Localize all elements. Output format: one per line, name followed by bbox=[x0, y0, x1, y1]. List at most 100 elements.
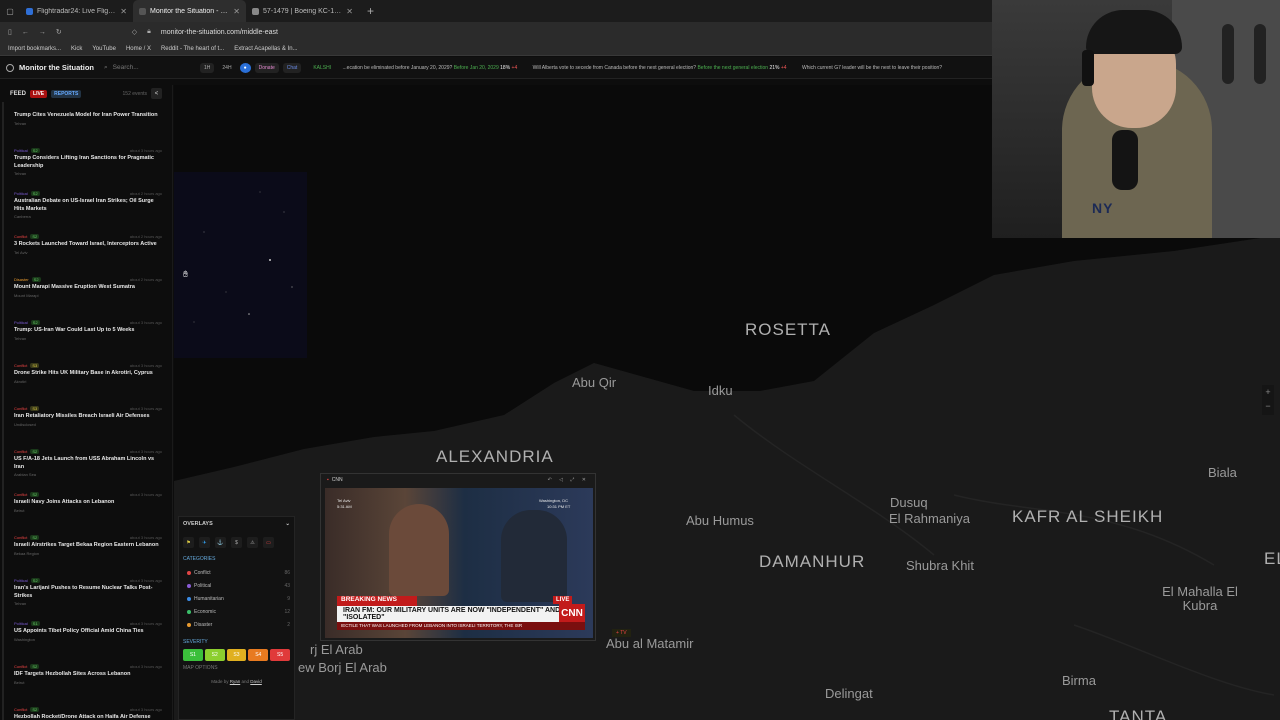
forward-icon[interactable]: → bbox=[39, 29, 46, 36]
chevron-down-icon[interactable]: ⌄ bbox=[285, 521, 290, 527]
feed-item-title: US Appoints Tibet Policy Official Amid C… bbox=[14, 628, 144, 634]
timestamp: about 3 hours ago bbox=[129, 405, 162, 411]
category-toggle[interactable]: Economic 12 bbox=[183, 605, 290, 618]
info-icon[interactable]: ● bbox=[239, 62, 251, 73]
timestamp: about 3 hours ago bbox=[129, 706, 162, 712]
credit-link-ryan[interactable]: Ryan bbox=[230, 679, 241, 684]
warning-icon[interactable]: ⚠ bbox=[247, 537, 258, 548]
feed-item-location: Tehran bbox=[14, 120, 27, 126]
shield-icon[interactable]: ◇ bbox=[132, 28, 137, 36]
tab-actions-icon[interactable]: ▢ bbox=[0, 7, 20, 16]
feed-item[interactable]: Disaster S2 about 2 hours ago Mount Marapi … bbox=[2, 274, 172, 317]
speaker-icon bbox=[139, 7, 146, 15]
map-label: TANTA bbox=[1109, 707, 1168, 720]
category-tag: Conflict bbox=[14, 706, 28, 712]
category-toggle[interactable]: Humanitarian 9 bbox=[183, 592, 290, 605]
lock-icon[interactable]: 🔒︎ bbox=[147, 28, 151, 36]
add-tv-button[interactable]: + TV bbox=[612, 629, 631, 637]
player-controls[interactable]: ↶ ◁ ⤢ ✕ bbox=[548, 477, 589, 483]
feed-header: FEED LIVE REPORTS 152 events < bbox=[0, 85, 172, 102]
close-icon[interactable]: ✕ bbox=[346, 7, 353, 16]
severity-badge: S3 bbox=[30, 405, 40, 411]
feed-item-location: Tehran bbox=[14, 171, 27, 176]
zoom-controls[interactable]: + − bbox=[1262, 385, 1274, 415]
dollar-icon[interactable]: $ bbox=[231, 537, 242, 548]
browser-tab-boeing[interactable]: 57-1479 | Boeing KC-135R Strat ✕ bbox=[246, 0, 359, 22]
bookmark-reddit[interactable]: Reddit - The heart of t... bbox=[161, 46, 224, 52]
bookmark-acapellas[interactable]: Extract Acapellas & In... bbox=[234, 46, 297, 52]
feed-item[interactable]: Political S2 about 3 hours ago Trump Consid… bbox=[2, 145, 172, 188]
guitar-icon bbox=[1222, 24, 1234, 84]
range-1h-button[interactable]: 1H bbox=[200, 62, 215, 73]
feed-list: Trump Cites Venezuela Model for Iran Pow… bbox=[0, 102, 172, 720]
overlays-header[interactable]: OVERLAYS ⌄ bbox=[183, 521, 290, 527]
zoom-in-button[interactable]: + bbox=[1262, 385, 1274, 399]
close-icon[interactable]: ✕ bbox=[120, 7, 127, 16]
ship-icon[interactable]: ⚓ bbox=[215, 537, 226, 548]
feed-item[interactable]: Conflict S3 about 3 hours ago Drone Strike … bbox=[2, 360, 172, 403]
category-toggle[interactable]: Political 43 bbox=[183, 579, 290, 592]
feed-item[interactable]: Conflict S2 about 2 hours ago 3 Rockets Lau… bbox=[2, 231, 172, 274]
severity-button[interactable]: S4 bbox=[248, 649, 269, 661]
video-icon[interactable]: ▭ bbox=[263, 537, 274, 548]
bookmark-x[interactable]: Home / X bbox=[126, 46, 151, 52]
microphone-icon bbox=[1112, 130, 1138, 190]
reports-badge[interactable]: REPORTS bbox=[51, 89, 82, 98]
severity-button[interactable]: S2 bbox=[204, 649, 225, 661]
reload-icon[interactable]: ↻ bbox=[56, 28, 62, 36]
channel-selector[interactable]: CNN bbox=[332, 477, 343, 483]
video-frame[interactable]: Tel Aviv 5:31 AM Washington, DC 10:31 PM… bbox=[325, 488, 593, 638]
zoom-out-button[interactable]: − bbox=[1262, 399, 1274, 413]
feed-item[interactable]: Conflict S3 about 3 hours ago Iran Retaliat… bbox=[2, 403, 172, 446]
chat-button[interactable]: Chat bbox=[282, 62, 302, 73]
feed-item[interactable]: Political S2 about 3 hours ago Iran's Larij… bbox=[2, 575, 172, 618]
feed-item[interactable]: Conflict S2 about 3 hours ago IDF Targets H… bbox=[2, 661, 172, 704]
feed-item-meta: Political S2 about 2 hours ago bbox=[14, 188, 162, 198]
bookmark-youtube[interactable]: YouTube bbox=[92, 46, 116, 52]
credit-link-david[interactable]: David bbox=[250, 679, 262, 684]
feed-item[interactable]: Conflict S2 about 3 hours ago Israeli Airst… bbox=[2, 532, 172, 575]
severity-button[interactable]: S5 bbox=[270, 649, 290, 661]
live-badge[interactable]: LIVE bbox=[30, 89, 48, 98]
category-tag: Political bbox=[14, 620, 28, 626]
severity-badge: S2 bbox=[30, 534, 40, 540]
severity-button[interactable]: S1 bbox=[183, 649, 203, 661]
feed-item[interactable]: Conflict S2 about 3 hours ago Hezbollah Roc… bbox=[2, 704, 172, 720]
webcam-overlay: NY bbox=[992, 0, 1280, 238]
donate-button[interactable]: Donate bbox=[254, 62, 279, 73]
feed-item-location: Bekaa Region bbox=[14, 550, 40, 556]
feed-item[interactable]: Conflict S2 about 3 hours ago US F/A-18 Jet… bbox=[2, 446, 172, 489]
feed-item[interactable]: Political S2 about 3 hours ago Trump: US-Ir… bbox=[2, 317, 172, 360]
browser-tab-monitor[interactable]: Monitor the Situation - Liv ✕ bbox=[133, 0, 246, 22]
feed-item[interactable]: Trump Cites Venezuela Model for Iran Pow… bbox=[2, 102, 172, 145]
category-toggle[interactable]: Disaster 2 bbox=[183, 618, 290, 631]
bookmark-kick[interactable]: Kick bbox=[71, 46, 82, 52]
app-logo[interactable]: Monitor the Situation bbox=[0, 63, 104, 72]
close-icon[interactable]: ✕ bbox=[233, 7, 240, 16]
range-24h-button[interactable]: 24H bbox=[218, 63, 235, 73]
cnn-logo: CNN bbox=[559, 604, 585, 622]
plane-icon[interactable]: ✈ bbox=[199, 537, 210, 548]
map-label: El Mahalla El Kubra bbox=[1162, 584, 1238, 613]
map-label: Abu Qir bbox=[572, 375, 617, 390]
video-player-window[interactable]: ▪ CNN ↶ ◁ ⤢ ✕ Tel Aviv 5:31 AM Washingto… bbox=[320, 473, 596, 641]
video-player-header[interactable]: ▪ CNN ↶ ◁ ⤢ ✕ bbox=[321, 474, 595, 486]
category-dot-icon bbox=[187, 570, 191, 575]
new-tab-button[interactable]: + bbox=[367, 4, 374, 18]
severity-button[interactable]: S3 bbox=[226, 649, 247, 661]
search-input[interactable]: ⌕ Search... bbox=[104, 64, 200, 72]
feed-item[interactable]: Conflict S2 about 3 hours ago Israeli Navy … bbox=[2, 489, 172, 532]
sidebar-toggle-icon[interactable]: ▯ bbox=[8, 28, 12, 36]
category-toggle[interactable]: Conflict 86 bbox=[183, 566, 290, 579]
feed-item[interactable]: Political S2 about 2 hours ago Australian D… bbox=[2, 188, 172, 231]
back-icon[interactable]: ← bbox=[22, 29, 29, 36]
people-icon[interactable]: ⚑ bbox=[183, 537, 194, 548]
browser-tab-flightradar[interactable]: Flightradar24: Live Flight Track ✕ bbox=[20, 0, 133, 22]
collapse-feed-button[interactable]: < bbox=[151, 88, 162, 99]
map-options-toggle[interactable]: MAP OPTIONS bbox=[183, 665, 290, 671]
map-label: Abu al Matamir bbox=[606, 636, 694, 651]
feed-item[interactable]: Political S1 about 3 hours ago US Appoints … bbox=[2, 618, 172, 661]
feed-item-meta: Conflict S2 about 3 hours ago bbox=[14, 489, 162, 499]
url-field[interactable]: monitor-the-situation.com/middle-east bbox=[161, 29, 278, 36]
bookmark-import[interactable]: Import bookmarks... bbox=[8, 46, 61, 52]
